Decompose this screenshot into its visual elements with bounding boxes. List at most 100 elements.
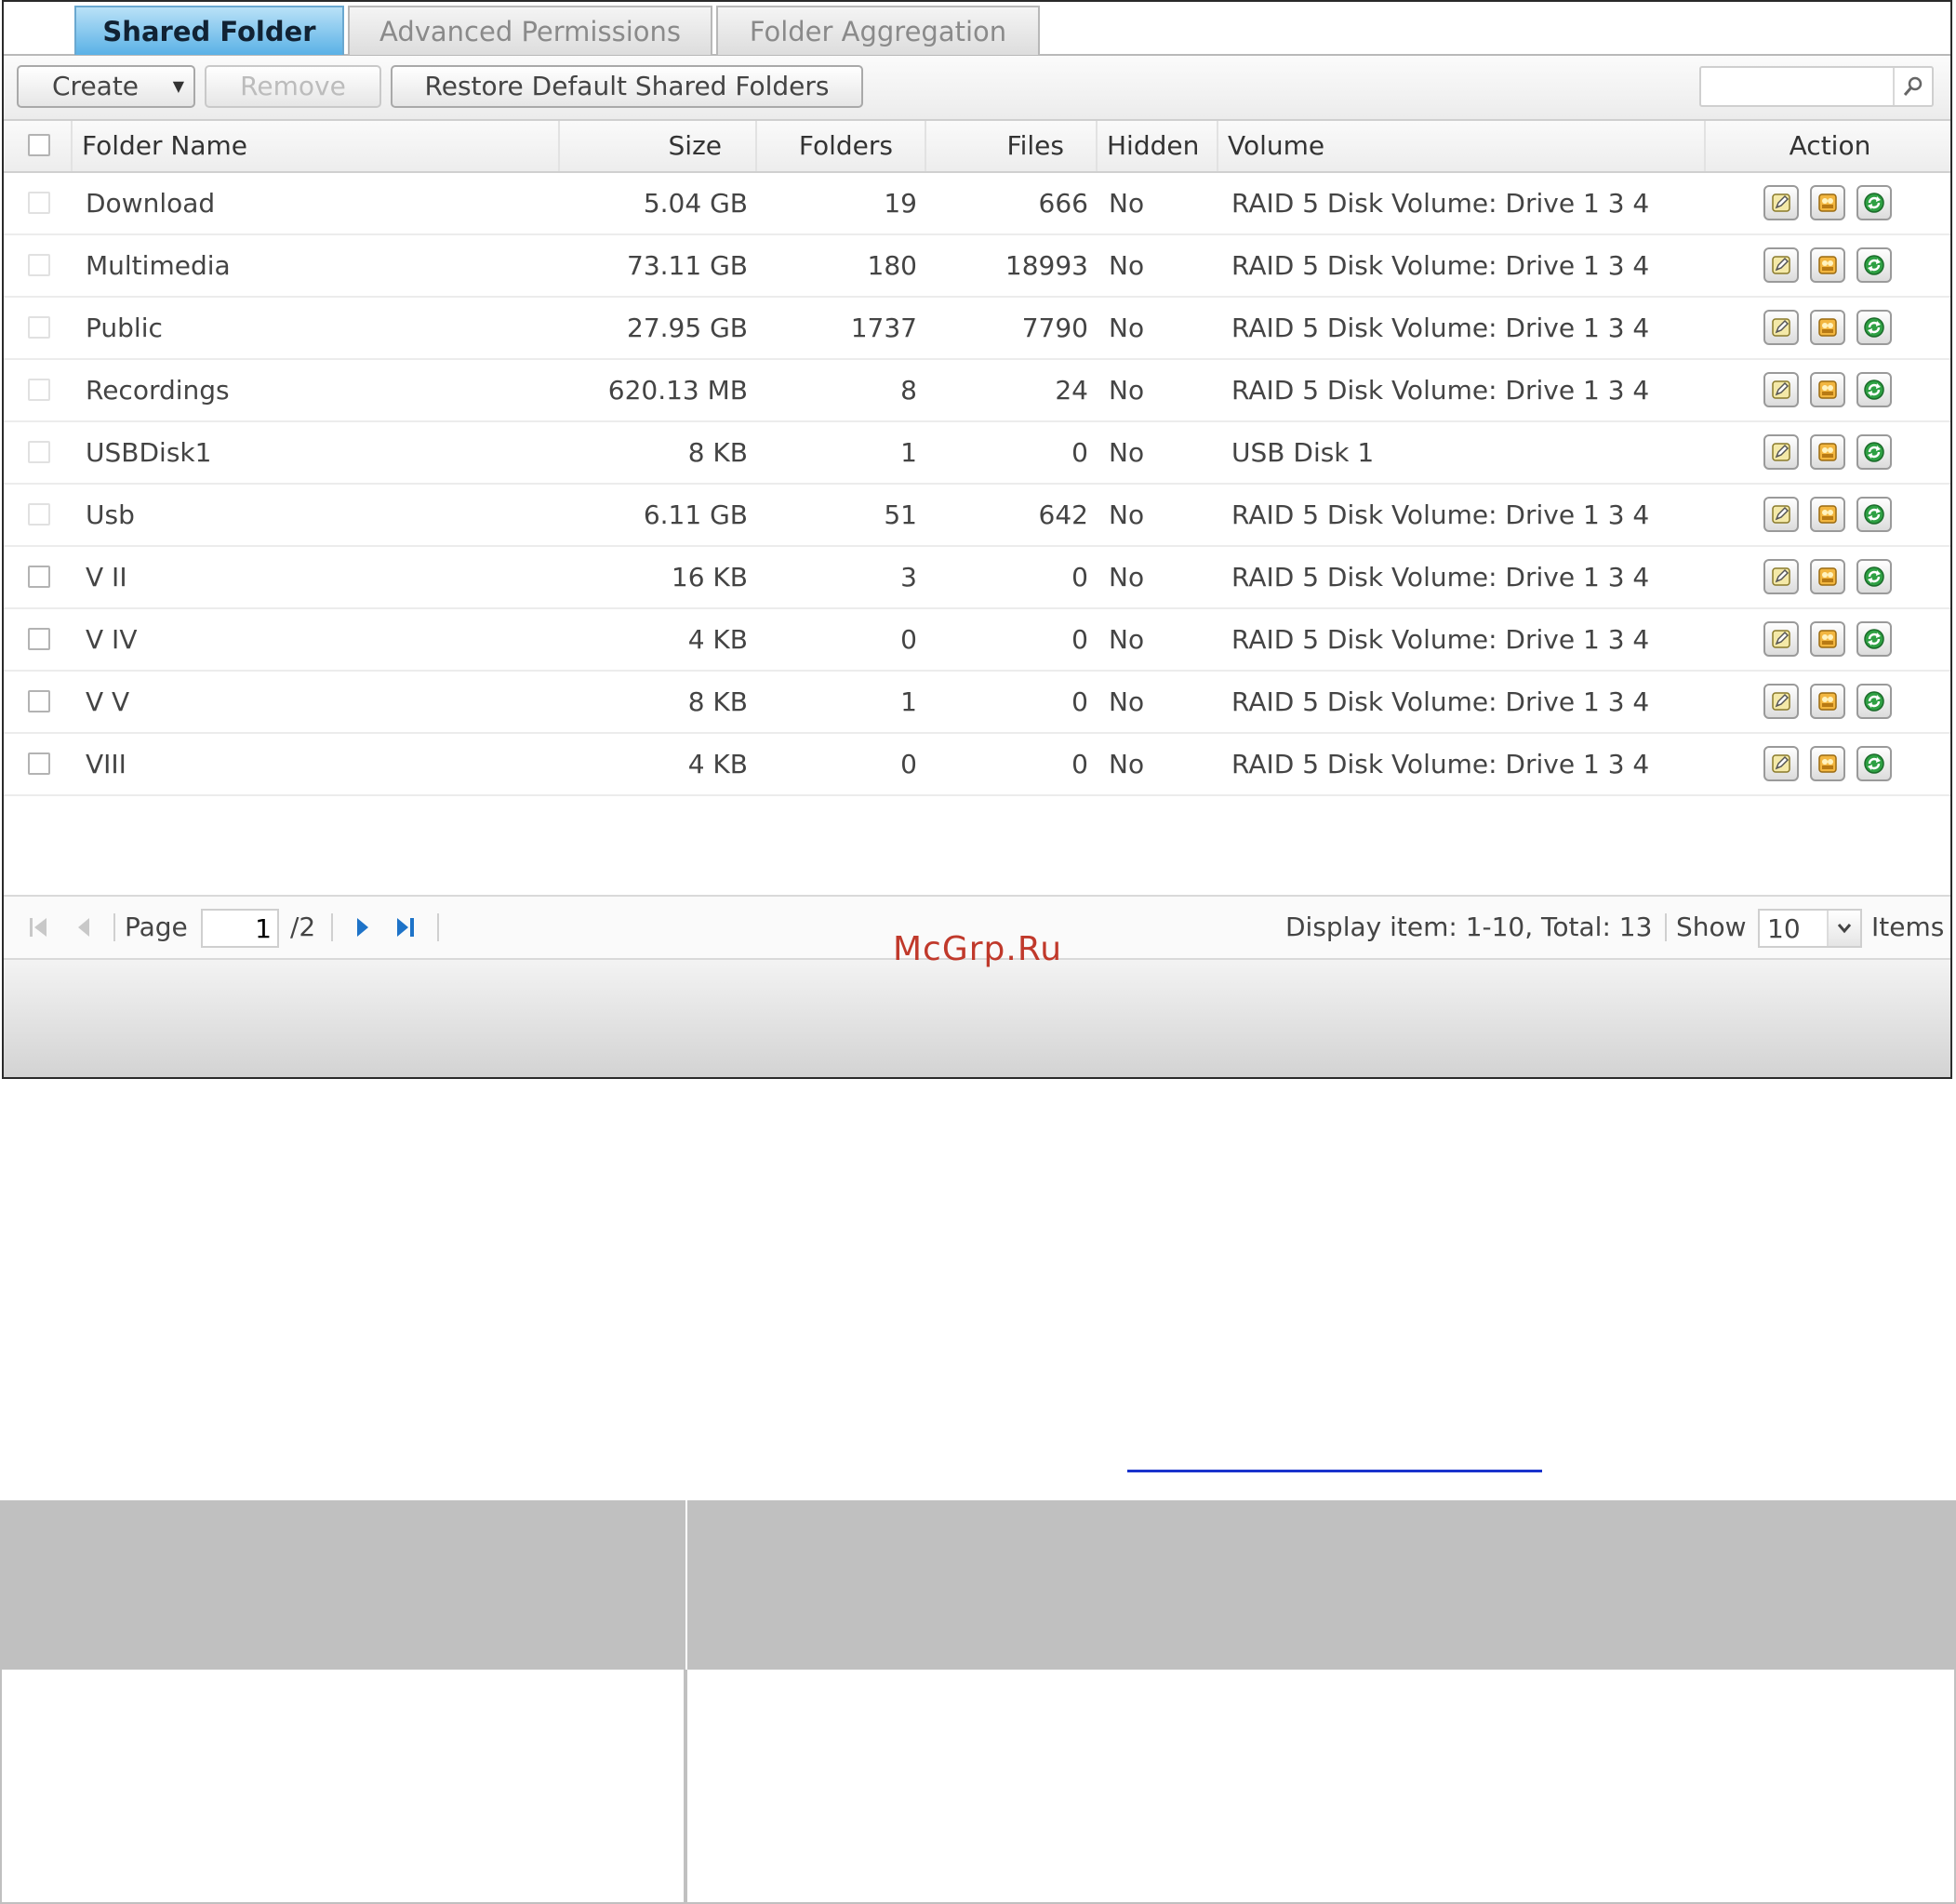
edit-properties-icon[interactable] <box>1763 497 1799 532</box>
edit-properties-icon[interactable] <box>1763 621 1799 657</box>
hidden-cell: No <box>1109 375 1145 406</box>
page-number-input[interactable] <box>201 909 279 948</box>
edit-permissions-icon[interactable] <box>1810 684 1845 719</box>
volume-cell: RAID 5 Disk Volume: Drive 1 3 4 <box>1231 749 1650 779</box>
pager-divider <box>437 913 439 941</box>
search-box <box>1699 66 1934 107</box>
row-checkbox[interactable] <box>28 690 50 712</box>
remove-button[interactable]: Remove <box>205 65 381 108</box>
edit-permissions-icon[interactable] <box>1810 434 1845 470</box>
edit-permissions-icon[interactable] <box>1810 247 1845 283</box>
table-row[interactable]: Download 5.04 GB 19 666 No RAID 5 Disk Volume… <box>4 173 1950 235</box>
row-checkbox[interactable] <box>28 503 50 526</box>
row-checkbox[interactable] <box>28 441 50 463</box>
size-cell: 5.04 GB <box>643 188 748 219</box>
refresh-icon[interactable] <box>1856 746 1892 781</box>
edit-permissions-icon[interactable] <box>1810 559 1845 594</box>
hidden-cell: No <box>1109 624 1145 655</box>
folders-cell: 19 <box>884 188 917 219</box>
edit-permissions-icon[interactable] <box>1810 185 1845 220</box>
refresh-icon[interactable] <box>1856 372 1892 407</box>
row-checkbox[interactable] <box>28 316 50 339</box>
edit-permissions-icon[interactable] <box>1810 372 1845 407</box>
edit-properties-icon[interactable] <box>1763 559 1799 594</box>
refresh-icon[interactable] <box>1856 310 1892 345</box>
folders-cell: 0 <box>900 749 917 779</box>
refresh-icon[interactable] <box>1856 684 1892 719</box>
table-row[interactable]: Usb 6.11 GB 51 642 No RAID 5 Disk Volume: Dri… <box>4 485 1950 547</box>
row-checkbox[interactable] <box>28 566 50 588</box>
tab-folder-aggregation[interactable]: Folder Aggregation <box>716 6 1040 55</box>
table-row[interactable]: Public 27.95 GB 1737 7790 No RAID 5 Disk Volu… <box>4 298 1950 360</box>
table-row[interactable]: V IV 4 KB 0 0 No RAID 5 Disk Volume: Drive 1 … <box>4 609 1950 672</box>
row-checkbox[interactable] <box>28 379 50 401</box>
edit-properties-icon[interactable] <box>1763 185 1799 220</box>
table-header-cell-2 <box>687 1500 1956 1670</box>
refresh-icon[interactable] <box>1856 621 1892 657</box>
column-folder-name[interactable]: Folder Name <box>73 121 560 171</box>
pager-divider <box>113 913 115 941</box>
edit-properties-icon[interactable] <box>1763 746 1799 781</box>
folders-cell: 51 <box>884 499 917 530</box>
column-folders[interactable]: Folders <box>757 121 926 171</box>
size-cell: 16 KB <box>671 562 748 593</box>
hyperlink-underline[interactable] <box>1127 1470 1542 1472</box>
restore-default-shared-folders-button[interactable]: Restore Default Shared Folders <box>391 65 863 108</box>
last-page-icon[interactable] <box>394 915 419 946</box>
edit-permissions-icon[interactable] <box>1810 621 1845 657</box>
previous-page-icon[interactable] <box>74 915 93 946</box>
next-page-icon[interactable] <box>353 915 372 946</box>
row-checkbox[interactable] <box>28 628 50 650</box>
size-cell: 8 KB <box>687 437 748 468</box>
first-page-icon[interactable] <box>28 915 50 946</box>
volume-cell: RAID 5 Disk Volume: Drive 1 3 4 <box>1231 313 1650 343</box>
files-cell: 18993 <box>1005 250 1088 281</box>
tab-bar: Shared Folder Advanced Permissions Folde… <box>4 2 1950 56</box>
edit-properties-icon[interactable] <box>1763 372 1799 407</box>
row-checkbox[interactable] <box>28 254 50 276</box>
table-row[interactable]: VIII 4 KB 0 0 No RAID 5 Disk Volume: Drive 1 … <box>4 734 1950 796</box>
column-volume[interactable]: Volume <box>1218 121 1706 171</box>
create-button[interactable]: Create ▼ <box>17 65 195 108</box>
refresh-icon[interactable] <box>1856 497 1892 532</box>
refresh-icon[interactable] <box>1856 185 1892 220</box>
edit-permissions-icon[interactable] <box>1810 746 1845 781</box>
tab-shared-folder[interactable]: Shared Folder <box>74 6 344 55</box>
description-table <box>0 1500 1956 1904</box>
edit-permissions-icon[interactable] <box>1810 497 1845 532</box>
row-checkbox[interactable] <box>28 752 50 775</box>
select-all-checkbox[interactable] <box>28 134 50 156</box>
edit-properties-icon[interactable] <box>1763 434 1799 470</box>
search-icon[interactable] <box>1893 68 1932 105</box>
column-size[interactable]: Size <box>560 121 757 171</box>
folders-cell: 3 <box>900 562 917 593</box>
watermark-text: McGrp.Ru <box>893 930 1063 968</box>
table-row[interactable]: Multimedia 73.11 GB 180 18993 No RAID 5 Disk … <box>4 235 1950 298</box>
refresh-icon[interactable] <box>1856 434 1892 470</box>
table-row[interactable]: V V 8 KB 1 0 No RAID 5 Disk Volume: Drive 1 3… <box>4 672 1950 734</box>
edit-properties-icon[interactable] <box>1763 684 1799 719</box>
search-input[interactable] <box>1701 68 1907 105</box>
column-action: Action <box>1789 130 1871 161</box>
refresh-icon[interactable] <box>1856 247 1892 283</box>
column-files[interactable]: Files <box>926 121 1098 171</box>
row-checkbox[interactable] <box>28 192 50 214</box>
folder-name-cell: Download <box>86 188 216 219</box>
size-cell: 6.11 GB <box>643 499 748 530</box>
table-row[interactable]: USBDisk1 8 KB 1 0 No USB Disk 1 <box>4 422 1950 485</box>
tab-advanced-permissions[interactable]: Advanced Permissions <box>348 6 712 55</box>
items-per-page-value: 10 <box>1767 913 1801 944</box>
edit-permissions-icon[interactable] <box>1810 310 1845 345</box>
hidden-cell: No <box>1109 686 1145 717</box>
folder-name-cell: V II <box>86 562 127 593</box>
column-hidden[interactable]: Hidden <box>1098 121 1218 171</box>
chevron-down-icon[interactable] <box>1827 911 1860 946</box>
table-row[interactable]: V II 16 KB 3 0 No RAID 5 Disk Volume: Drive 1… <box>4 547 1950 609</box>
refresh-icon[interactable] <box>1856 559 1892 594</box>
edit-properties-icon[interactable] <box>1763 310 1799 345</box>
table-row[interactable]: Recordings 620.13 MB 8 24 No RAID 5 Disk Volu… <box>4 360 1950 422</box>
size-cell: 4 KB <box>687 624 748 655</box>
items-per-page-select[interactable]: 10 <box>1758 909 1862 948</box>
edit-properties-icon[interactable] <box>1763 247 1799 283</box>
size-cell: 620.13 MB <box>607 375 748 406</box>
